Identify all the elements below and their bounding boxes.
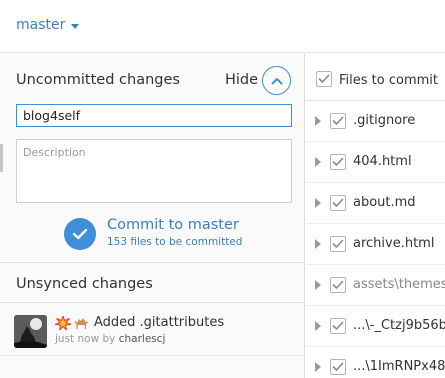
expand-arrow-icon[interactable] [315, 157, 321, 167]
file-row[interactable]: .gitignore [306, 101, 445, 142]
commit-time: just now by [55, 333, 119, 345]
uncommitted-changes-title: Uncommitted changes [16, 72, 180, 88]
file-row[interactable]: about.md [306, 183, 445, 224]
check-icon [332, 239, 344, 248]
commit-files-count: 153 files to be committed [107, 236, 243, 248]
expand-arrow-icon[interactable] [315, 321, 321, 331]
file-name: assets\themes [353, 277, 445, 292]
expand-arrow-icon[interactable] [315, 280, 321, 290]
commit-author[interactable]: charlescj [119, 333, 166, 345]
files-header: Files to commit [306, 54, 445, 101]
file-row[interactable]: 404.html [306, 142, 445, 183]
check-icon [332, 116, 344, 125]
branch-name: master [16, 17, 66, 33]
select-all-checkbox[interactable] [316, 71, 332, 87]
check-icon [332, 362, 344, 371]
collapse-button[interactable] [262, 66, 291, 95]
file-name: ...\-_Ctzj9b56b [353, 318, 445, 333]
camel-icon [73, 316, 89, 330]
commit-button[interactable]: Commit to master 153 files to be committ… [64, 217, 264, 253]
commit-description-input[interactable] [16, 139, 292, 203]
divider [0, 355, 304, 356]
file-name: ...\1ImRNPx48 [353, 359, 445, 374]
commit-summary-input[interactable] [16, 104, 292, 127]
file-checkbox[interactable] [330, 318, 346, 334]
file-row[interactable]: ...\-_Ctzj9b56b [306, 306, 445, 347]
file-name: 404.html [353, 154, 412, 169]
files-to-commit-label: Files to commit [339, 73, 438, 88]
commit-button-label: Commit to master [107, 217, 239, 233]
check-icon [332, 280, 344, 289]
file-checkbox[interactable] [330, 154, 346, 170]
files-pane: Files to commit .gitignore 404.html abou… [306, 54, 445, 378]
file-name: .gitignore [353, 113, 416, 128]
commit-check-icon [64, 218, 96, 250]
collision-icon [54, 313, 72, 332]
check-icon [332, 157, 344, 166]
hide-label[interactable]: Hide [225, 72, 258, 88]
file-checkbox[interactable] [330, 236, 346, 252]
branch-selector[interactable]: master [16, 17, 80, 33]
divider [0, 262, 304, 263]
file-row[interactable]: assets\themes [306, 265, 445, 306]
commit-message: Added .gitattributes [94, 315, 225, 330]
file-row[interactable]: ...\1ImRNPx48 [306, 347, 445, 378]
commit-message-row: Added .gitattributes [54, 313, 225, 332]
file-checkbox[interactable] [330, 195, 346, 211]
commit-meta: just now by charlescj [55, 333, 165, 345]
check-icon [332, 321, 344, 330]
file-checkbox[interactable] [330, 359, 346, 375]
changes-pane: Uncommitted changes Hide Commit to maste… [0, 54, 305, 378]
file-checkbox[interactable] [330, 277, 346, 293]
scroll-edge-marker [0, 144, 3, 172]
commit-list-item[interactable]: Added .gitattributes just now by charles… [0, 303, 304, 355]
file-name: about.md [353, 195, 416, 210]
avatar [14, 315, 47, 348]
unsynced-changes-title: Unsynced changes [16, 276, 153, 292]
expand-arrow-icon[interactable] [315, 116, 321, 126]
expand-arrow-icon[interactable] [315, 198, 321, 208]
check-icon [318, 74, 330, 83]
file-name: archive.html [353, 236, 435, 251]
caret-down-icon [71, 23, 80, 29]
file-row[interactable]: archive.html [306, 224, 445, 265]
check-icon [332, 198, 344, 207]
expand-arrow-icon[interactable] [315, 239, 321, 249]
top-bar: master [0, 0, 445, 53]
expand-arrow-icon[interactable] [315, 362, 321, 372]
chevron-up-icon [271, 77, 282, 84]
file-checkbox[interactable] [330, 113, 346, 129]
